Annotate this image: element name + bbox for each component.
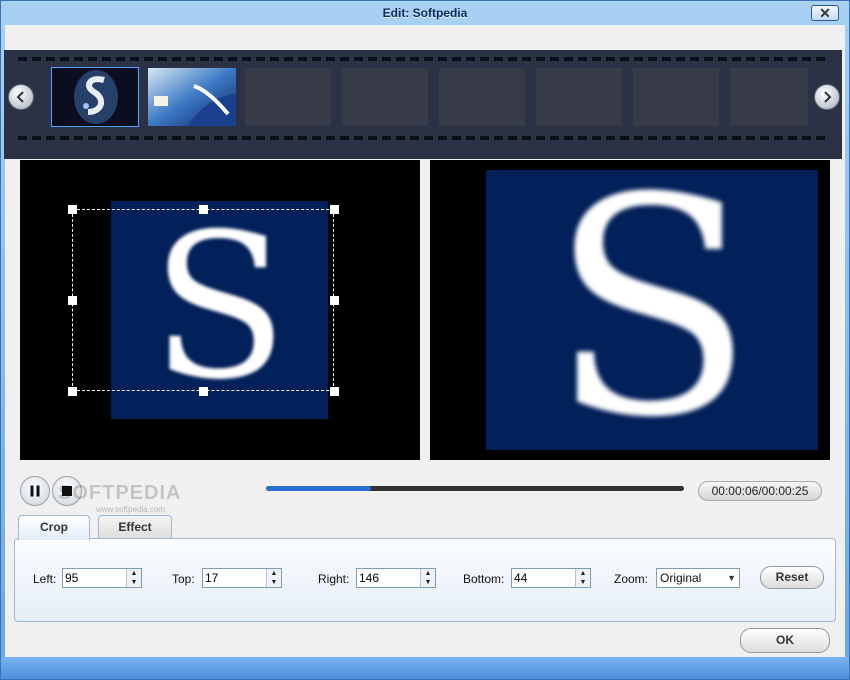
ok-button[interactable]: OK bbox=[740, 628, 830, 653]
title-bar[interactable]: Edit: Softpedia ✕ bbox=[1, 1, 849, 25]
right-label: Right: bbox=[318, 572, 350, 586]
spin-down-icon[interactable]: ▼ bbox=[421, 578, 435, 587]
filmstrip-prev-button[interactable] bbox=[8, 84, 34, 110]
filmstrip-thumbnail[interactable] bbox=[51, 67, 139, 127]
zoom-value: Original bbox=[660, 571, 702, 585]
bottom-stepper[interactable]: ▲▼ bbox=[511, 568, 591, 588]
spin-up-icon[interactable]: ▲ bbox=[127, 569, 141, 578]
zoom-label: Zoom: bbox=[614, 572, 649, 586]
spin-down-icon[interactable]: ▼ bbox=[576, 578, 590, 587]
spin-up-icon[interactable]: ▲ bbox=[421, 569, 435, 578]
spin-up-icon[interactable]: ▲ bbox=[576, 569, 590, 578]
left-stepper[interactable]: ▲▼ bbox=[62, 568, 142, 588]
chevron-down-icon: ▼ bbox=[727, 573, 736, 583]
close-button[interactable]: ✕ bbox=[811, 5, 839, 21]
playback-progress-bar[interactable] bbox=[266, 486, 684, 491]
bottom-label: Bottom: bbox=[463, 572, 505, 586]
chevron-left-icon bbox=[16, 91, 24, 103]
output-video-frame: S bbox=[486, 170, 818, 450]
crop-handle-top-right[interactable] bbox=[330, 205, 339, 214]
filmstrip-empty-slot[interactable] bbox=[245, 68, 331, 126]
film-perforation-top bbox=[18, 57, 828, 61]
playback-progress-fill bbox=[266, 486, 371, 491]
left-input[interactable] bbox=[63, 569, 127, 587]
chevron-right-icon bbox=[824, 91, 832, 103]
bottom-bar bbox=[1, 657, 849, 679]
spin-down-icon[interactable]: ▼ bbox=[267, 578, 281, 587]
softpedia-watermark: SOFTPEDIA bbox=[58, 482, 182, 504]
crop-handle-bottom-right[interactable] bbox=[330, 387, 339, 396]
window-title: Edit: Softpedia bbox=[382, 6, 468, 20]
top-label: Top: bbox=[172, 572, 195, 586]
top-stepper-buttons[interactable]: ▲ ▼ bbox=[266, 569, 281, 587]
pause-icon bbox=[30, 485, 40, 497]
film-perforation-bottom bbox=[18, 136, 828, 140]
tab-crop[interactable]: Crop bbox=[18, 515, 90, 540]
output-letter: S bbox=[549, 170, 755, 450]
filmstrip-thumbnail[interactable] bbox=[148, 68, 236, 126]
right-stepper-buttons[interactable]: ▲ ▼ bbox=[420, 569, 435, 587]
right-input[interactable] bbox=[357, 569, 421, 587]
crop-handle-bottom-left[interactable] bbox=[68, 387, 77, 396]
spin-up-icon[interactable]: ▲ bbox=[267, 569, 281, 578]
filmstrip-empty-slot[interactable] bbox=[730, 68, 808, 126]
softpedia-splash-thumbnail-icon bbox=[148, 68, 236, 126]
left-label: Left: bbox=[33, 572, 57, 586]
top-stepper[interactable]: ▲▼ bbox=[202, 568, 282, 588]
softpedia-watermark-url: www.softpedia.com bbox=[96, 505, 165, 514]
right-stepper[interactable]: ▲▼ bbox=[356, 568, 436, 588]
filmstrip-next-button[interactable] bbox=[814, 84, 840, 110]
reset-button[interactable]: Reset bbox=[760, 566, 824, 589]
crop-handle-left[interactable] bbox=[68, 296, 77, 305]
crop-handle-bottom[interactable] bbox=[199, 387, 208, 396]
zoom-select[interactable]: Original ▼ bbox=[656, 568, 740, 588]
bottom-stepper-buttons[interactable]: ▲ ▼ bbox=[575, 569, 590, 587]
softpedia-logo-thumbnail-icon bbox=[52, 68, 138, 126]
filmstrip-empty-slot[interactable] bbox=[439, 68, 525, 126]
filmstrip-empty-slot[interactable] bbox=[536, 68, 622, 126]
filmstrip-empty-slot[interactable] bbox=[633, 68, 719, 126]
tab-effect[interactable]: Effect bbox=[98, 515, 172, 539]
close-icon: ✕ bbox=[819, 5, 831, 21]
filmstrip-empty-slot[interactable] bbox=[342, 68, 428, 126]
crop-handle-top[interactable] bbox=[199, 205, 208, 214]
spin-down-icon[interactable]: ▼ bbox=[127, 578, 141, 587]
crop-handle-right[interactable] bbox=[330, 296, 339, 305]
crop-frame[interactable] bbox=[72, 209, 334, 391]
left-stepper-buttons[interactable]: ▲ ▼ bbox=[126, 569, 141, 587]
pause-button[interactable] bbox=[20, 476, 50, 506]
crop-handle-top-left[interactable] bbox=[68, 205, 77, 214]
output-preview: S bbox=[430, 160, 830, 460]
time-display: 00:00:06/00:00:25 bbox=[698, 481, 822, 501]
bottom-input[interactable] bbox=[512, 569, 576, 587]
top-input[interactable] bbox=[203, 569, 267, 587]
